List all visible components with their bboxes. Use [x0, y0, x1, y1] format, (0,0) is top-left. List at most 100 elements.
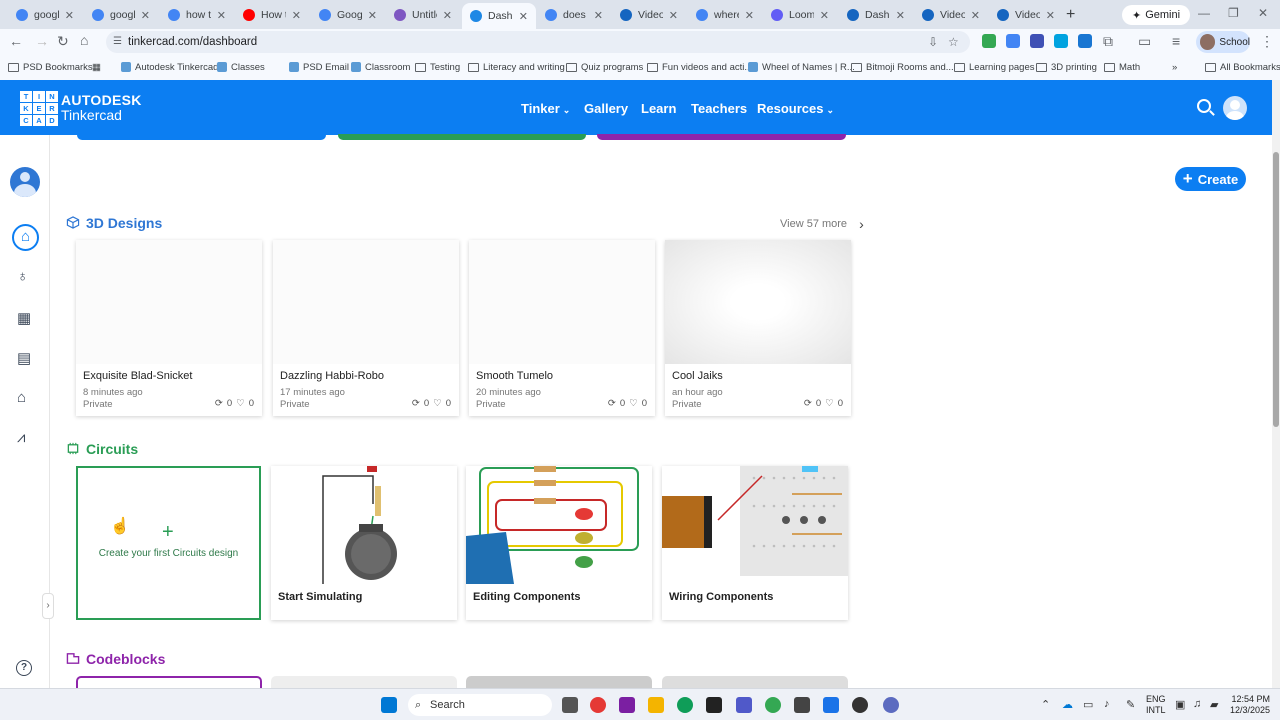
chrome-app-icon[interactable] [765, 697, 781, 713]
codeblocks-card[interactable] [76, 676, 262, 688]
close-tab-icon[interactable]: ✕ [594, 9, 603, 22]
language-indicator[interactable]: ENG INTL [1146, 694, 1166, 716]
home-icon[interactable]: ⌂ [80, 32, 88, 48]
bookmark-item[interactable]: Wheel of Names | R... [748, 60, 855, 74]
browser-tab[interactable]: google ✕ [84, 3, 158, 27]
design-card[interactable]: Cool Jaiks an hour ago Private ⟳ 0 ♡ 0 [665, 240, 851, 416]
copilot-icon[interactable] [619, 697, 635, 713]
windows-start-icon[interactable] [381, 697, 397, 713]
codeblocks-card[interactable] [271, 676, 457, 688]
circuit-card-wiring-components[interactable]: Wiring Components [662, 466, 848, 620]
browser-tab[interactable]: Untitle ✕ [386, 3, 460, 27]
scrollbar-thumb[interactable] [1273, 152, 1279, 427]
graduation-cap-icon[interactable]: ⌂ [17, 389, 26, 406]
clock[interactable]: 12:54 PM 12/3/2025 [1226, 694, 1270, 716]
extension-icon[interactable] [1054, 34, 1068, 48]
help-icon[interactable]: ? [16, 660, 32, 676]
nav-gallery[interactable]: Gallery [584, 101, 628, 116]
nav-resources[interactable]: Resources ⌄ [757, 101, 834, 116]
close-tab-icon[interactable]: ✕ [519, 10, 528, 23]
profile-avatar-icon[interactable] [10, 167, 40, 197]
new-tab-button[interactable]: + [1066, 6, 1075, 24]
apple-icon[interactable]: ♁ [17, 268, 28, 285]
extension-icon[interactable] [1030, 34, 1044, 48]
nav-teachers[interactable]: Teachers [691, 101, 747, 116]
browser-tab[interactable]: Google ✕ [311, 3, 385, 27]
view-more-link[interactable]: View 57 more › [780, 216, 864, 232]
bookmark-star-icon[interactable]: ☆ [948, 31, 959, 53]
back-icon[interactable]: ← [9, 33, 23, 49]
close-tab-icon[interactable]: ✕ [669, 9, 678, 22]
gemini-button[interactable]: ✦ Gemini [1122, 5, 1191, 25]
app-icon[interactable] [883, 697, 899, 713]
bookmark-item[interactable]: PSD Email [289, 60, 349, 74]
nav-learn[interactable]: Learn [641, 101, 676, 116]
app-icon[interactable] [823, 697, 839, 713]
close-tab-icon[interactable]: ✕ [971, 9, 980, 22]
split-view-icon[interactable]: ▭ [1138, 33, 1151, 50]
browser-tab[interactable]: where a ✕ [688, 3, 762, 27]
minimize-button[interactable]: — [1198, 6, 1210, 20]
close-tab-icon[interactable]: ✕ [1046, 9, 1055, 22]
bookmark-item[interactable]: Bitmoji Rooms and... [851, 60, 954, 74]
file-explorer-icon[interactable] [648, 697, 664, 713]
extension-icon[interactable] [982, 34, 996, 48]
codeblocks-card[interactable] [662, 676, 848, 688]
close-tab-icon[interactable]: ✕ [896, 9, 905, 22]
close-tab-icon[interactable]: ✕ [217, 9, 226, 22]
install-icon[interactable]: ⇩ [928, 31, 938, 53]
bookmark-item[interactable]: Quiz programs [566, 60, 643, 74]
bookmark-item[interactable]: Learning pages [954, 60, 1035, 74]
chrome-icon[interactable] [590, 697, 606, 713]
extension-icon[interactable] [1006, 34, 1020, 48]
browser-tab[interactable]: how to ✕ [160, 3, 234, 27]
close-tab-icon[interactable]: ✕ [65, 9, 74, 22]
browser-tab[interactable]: Videos ✕ [612, 3, 686, 27]
store-icon[interactable] [706, 697, 722, 713]
battery-icon[interactable]: ▰ [1210, 698, 1218, 711]
bookmark-item[interactable]: Classes [217, 60, 265, 74]
tinkercad-logo[interactable]: TIN KER CAD [20, 91, 58, 126]
browser-tab[interactable]: google ✕ [8, 3, 82, 27]
bookmark-item[interactable]: PSD Bookmarks [8, 60, 93, 74]
app-icon[interactable] [852, 697, 868, 713]
bookmark-item[interactable]: Classroom [351, 60, 410, 74]
puzzle-icon[interactable]: ⧉ [1103, 33, 1113, 50]
browser-tab[interactable]: Videos ✕ [989, 3, 1063, 27]
user-avatar-icon[interactable] [1223, 96, 1247, 120]
maximize-button[interactable]: ❐ [1228, 6, 1239, 20]
design-card[interactable]: Dazzling Habbi-Robo 17 minutes ago Private… [273, 240, 459, 416]
onedrive-icon[interactable]: ☁ [1062, 698, 1073, 711]
create-button[interactable]: + Create [1175, 167, 1246, 191]
bookmark-item[interactable]: Fun videos and acti... [647, 60, 752, 74]
browser-tab[interactable]: How to ✕ [235, 3, 309, 27]
edge-icon[interactable] [677, 697, 693, 713]
expand-sidebar-icon[interactable]: › [42, 593, 54, 619]
design-card[interactable]: Exquisite Blad-Snicket 8 minutes ago Priva… [76, 240, 262, 416]
chart-icon[interactable]: ⩘ [17, 429, 25, 446]
browser-tab[interactable]: Videos ✕ [914, 3, 988, 27]
folder-icon[interactable]: ▤ [17, 349, 31, 367]
close-tab-icon[interactable]: ✕ [368, 9, 377, 22]
circuit-card-start-simulating[interactable]: Start Simulating [271, 466, 457, 620]
browser-tab[interactable]: Dashbo ✕ [839, 3, 913, 27]
forward-icon[interactable]: → [35, 33, 49, 49]
show-hidden-icons[interactable]: ⌃ [1041, 698, 1050, 711]
grid-icon[interactable]: ▦ [17, 309, 31, 327]
browser-tab[interactable]: Loom | ✕ [763, 3, 837, 27]
create-first-circuit-card[interactable]: + Create your first Circuits design [76, 466, 261, 620]
taskbar-search[interactable]: ⌕ Search [408, 694, 552, 716]
brand-name[interactable]: AUTODESK Tinkercad [61, 93, 142, 123]
design-card[interactable]: Smooth Tumelo 20 minutes ago Private ⟳ 0 ♡ 0 [469, 240, 655, 416]
bookmark-item[interactable]: Autodesk Tinkercad [121, 60, 218, 74]
microphone-icon[interactable]: ♪ [1104, 698, 1110, 710]
close-tab-icon[interactable]: ✕ [820, 9, 829, 22]
network-icon[interactable]: ▣ [1175, 698, 1185, 711]
bookmarks-overflow-icon[interactable]: » [1172, 60, 1177, 74]
bookmark-item[interactable]: Math [1104, 60, 1140, 74]
site-info-icon[interactable]: ☰ [113, 31, 122, 53]
close-tab-icon[interactable]: ✕ [443, 9, 452, 22]
home-icon[interactable]: ⌂ [12, 224, 39, 251]
browser-tab[interactable]: does g ✕ [537, 3, 611, 27]
app-icon[interactable] [794, 697, 810, 713]
